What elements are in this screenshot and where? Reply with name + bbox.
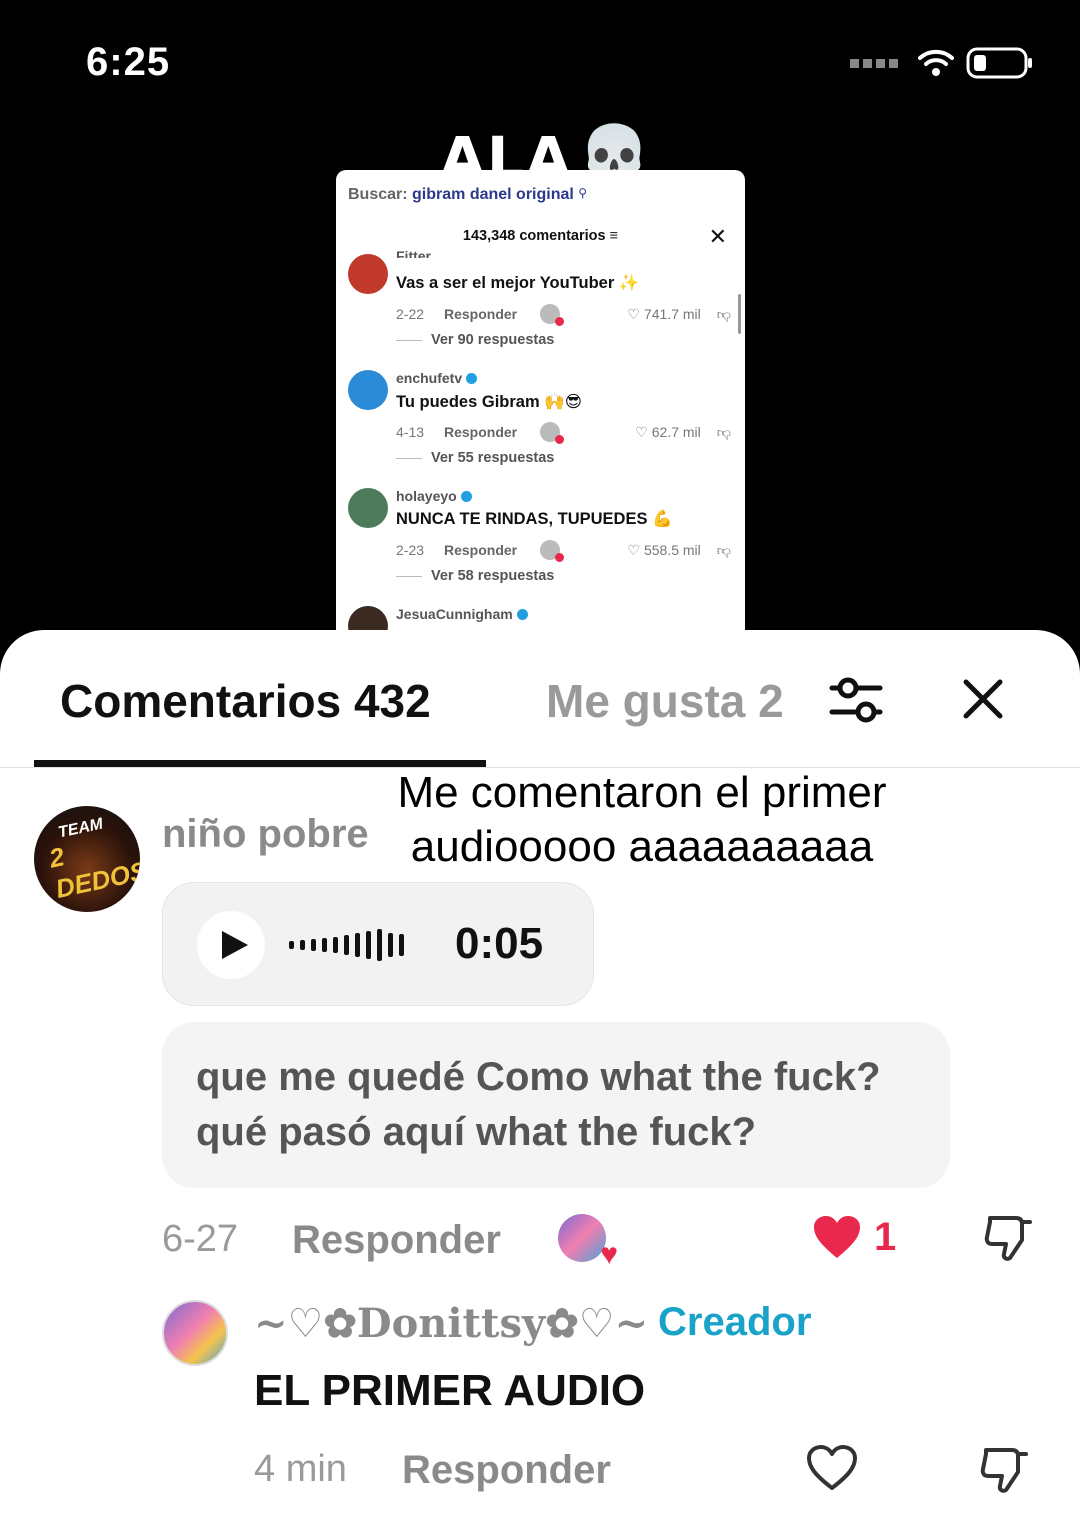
- embedded-reply-label: Responder: [444, 542, 518, 558]
- video-player[interactable]: ALA 💀 Buscar: gibram danel original ⚲ 14…: [0, 120, 1080, 640]
- creator-liked-avatar: [558, 1214, 618, 1272]
- username-separator: ·: [632, 1302, 644, 1343]
- embedded-comment: holayeyo NUNCA TE RINDAS, TUPUEDES 💪 2-2…: [336, 486, 745, 604]
- embedded-search: Buscar: gibram danel original ⚲: [348, 186, 587, 204]
- dislike-icon: 👎︎: [716, 305, 731, 322]
- embedded-view-replies: Ver 55 respuestas: [396, 450, 554, 466]
- creator-like-avatar: [540, 422, 564, 444]
- embedded-like-count: ♡ 62.7 mil: [635, 424, 701, 441]
- heart-icon: ♡: [627, 541, 640, 558]
- embedded-comment-count: 143,348 comentarios ≡: [336, 228, 745, 244]
- embedded-username: Fitter: [396, 248, 431, 258]
- embedded-username-text: enchufetv: [396, 370, 463, 386]
- creator-like-avatar: [540, 540, 564, 562]
- reply-actions: 4 min Responder: [254, 1445, 1054, 1498]
- play-icon[interactable]: [197, 911, 265, 979]
- dislike-icon: 👎︎: [716, 541, 731, 558]
- embedded-comment-text: Vas a ser el mejor YouTuber ✨: [396, 274, 640, 292]
- embedded-comment-text: Tu puedes Gibram 🙌😎: [396, 393, 582, 411]
- reply-date: 4 min: [254, 1448, 347, 1490]
- filter-sliders-icon[interactable]: [826, 670, 886, 730]
- verified-icon: [466, 373, 478, 384]
- embedded-like-count-text: 62.7 mil: [651, 424, 701, 440]
- embedded-comment-meta: 4-13 Responder ♡ 62.7 mil 👎︎: [396, 422, 731, 444]
- embedded-comment-count-text: 143,348 comentarios: [462, 228, 606, 244]
- tab-likes[interactable]: Me gusta 2: [546, 674, 796, 728]
- dislike-icon[interactable]: [978, 1444, 1030, 1496]
- embedded-reply-label: Responder: [444, 424, 518, 440]
- dislike-icon: 👎︎: [716, 423, 731, 440]
- status-time: 6:25: [86, 40, 171, 84]
- embedded-username: enchufetv: [396, 370, 478, 386]
- heart-outline-icon[interactable]: [806, 1444, 858, 1492]
- audio-transcript: que me quedé Como what the fuck? qué pas…: [162, 1022, 950, 1188]
- dislike-icon[interactable]: [982, 1212, 1034, 1264]
- like-count: 1: [874, 1214, 897, 1259]
- embedded-search-label: Buscar:: [348, 186, 408, 203]
- status-bar: 6:25: [0, 0, 1080, 120]
- comment-actions: 6-27 Responder 1: [162, 1212, 1042, 1272]
- cellular-signal-icon: [850, 58, 898, 68]
- embedded-like-count-text: 558.5 mil: [643, 542, 701, 558]
- reply-username[interactable]: ~♡✿Donittsy✿♡~: [254, 1300, 648, 1347]
- video-caption-overlay: Me comentaron el primer audiooooo aaaaaa…: [352, 766, 932, 874]
- embedded-comment: enchufetv Tu puedes Gibram 🙌😎 4-13 Respo…: [336, 368, 745, 486]
- heart-icon: ♡: [627, 305, 640, 322]
- audio-waveform: [289, 927, 404, 963]
- embedded-username: holayeyo: [396, 488, 472, 504]
- reply-text: EL PRIMER AUDIO: [254, 1366, 646, 1415]
- filter-icon: ≡: [609, 228, 619, 244]
- verified-icon: [460, 491, 472, 502]
- creator-badge: Creador: [658, 1300, 812, 1344]
- status-icons: [850, 46, 1034, 80]
- embedded-like-count: ♡ 558.5 mil: [627, 542, 700, 559]
- transcript-line-1: que me quedé Como what the fuck?: [196, 1055, 881, 1099]
- reply-button[interactable]: Responder: [292, 1218, 501, 1263]
- avatar: [348, 488, 388, 528]
- embedded-reply-label: Responder: [444, 306, 518, 322]
- embedded-search-query: gibram danel original: [412, 186, 574, 203]
- embedded-comment-date: 4-13: [396, 424, 425, 440]
- embedded-close-icon: ✕: [708, 224, 727, 249]
- avatar[interactable]: [162, 1300, 228, 1366]
- embedded-comment-date: 2-22: [396, 306, 425, 322]
- audio-message: 0:05: [162, 882, 594, 1006]
- embedded-view-replies: Ver 58 respuestas: [396, 568, 554, 584]
- avatar[interactable]: TEAM 2 DEDOS: [34, 806, 140, 912]
- comments-tabs: Comentarios 432 Me gusta 2: [0, 630, 1080, 768]
- battery-icon: [966, 47, 1032, 79]
- embedded-comment-date: 2-23: [396, 542, 425, 558]
- close-icon[interactable]: [954, 670, 1012, 728]
- audio-duration: 0:05: [455, 919, 544, 968]
- reply-button[interactable]: Responder: [402, 1448, 611, 1493]
- embedded-username: JesuaCunnigham: [396, 606, 528, 622]
- embedded-username-text: holayeyo: [396, 488, 457, 504]
- tab-comments[interactable]: Comentarios 432: [60, 674, 431, 728]
- avatar: [348, 254, 388, 294]
- like-button[interactable]: 1: [812, 1214, 896, 1260]
- comment-date: 6-27: [162, 1218, 239, 1260]
- heart-icon: ♡: [635, 423, 648, 440]
- embedded-comment: Fitter Vas a ser el mejor YouTuber ✨ 2-2…: [336, 248, 745, 370]
- comment-username[interactable]: niño pobre: [162, 812, 369, 857]
- transcript-line-2: qué pasó aquí what the fuck?: [196, 1110, 757, 1154]
- embedded-comment-meta: 2-22 Responder ♡ 741.7 mil 👎︎: [396, 304, 731, 326]
- embedded-comments-screenshot: Buscar: gibram danel original ⚲ 143,348 …: [336, 170, 745, 640]
- search-icon: ⚲: [578, 186, 588, 200]
- creator-like-avatar: [540, 304, 564, 326]
- embedded-view-replies: Ver 90 respuestas: [396, 332, 554, 348]
- avatar: [348, 370, 388, 410]
- embedded-username-text: JesuaCunnigham: [396, 606, 513, 622]
- verified-icon: [516, 609, 528, 620]
- wifi-icon: [918, 49, 954, 76]
- embedded-comment-meta: 2-23 Responder ♡ 558.5 mil 👎︎: [396, 540, 731, 562]
- embedded-like-count: ♡ 741.7 mil: [627, 306, 700, 323]
- heart-filled-icon: [814, 1216, 860, 1258]
- embedded-like-count-text: 741.7 mil: [643, 306, 701, 322]
- comments-sheet: Comentarios 432 Me gusta 2 Me comentaron…: [0, 630, 1080, 1520]
- caption-line-2: audiooooo aaaaaaaaaa: [410, 822, 874, 871]
- embedded-comment-text: NUNCA TE RINDAS, TUPUEDES 💪: [396, 510, 673, 528]
- caption-line-1: Me comentaron el primer: [397, 768, 887, 817]
